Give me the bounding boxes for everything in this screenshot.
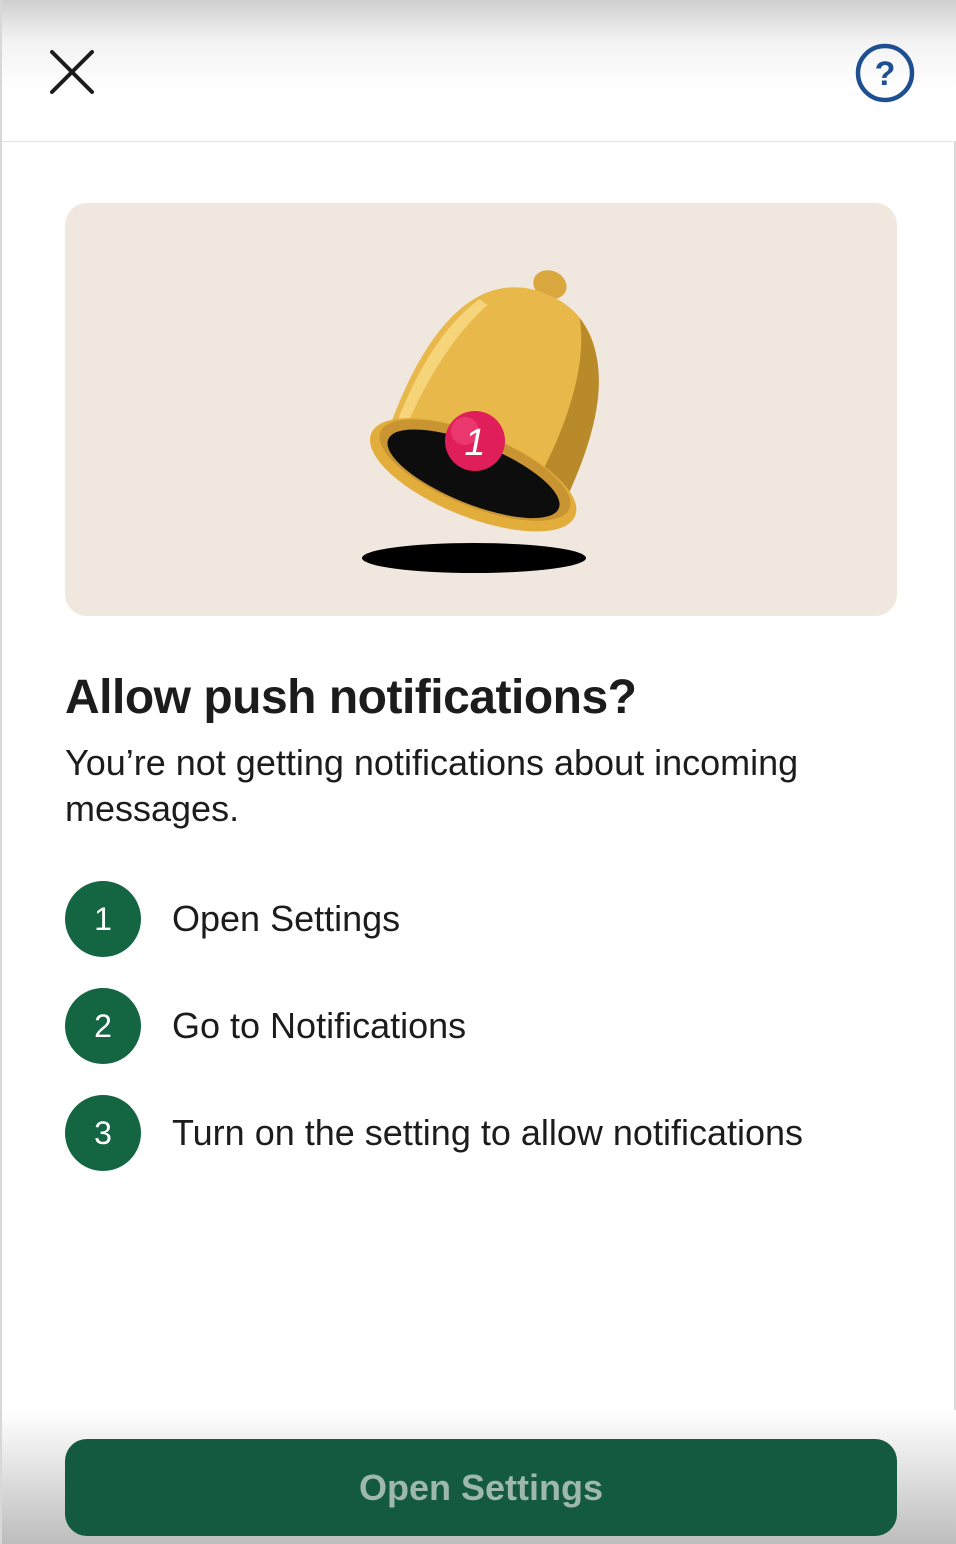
header-bar <box>2 0 956 142</box>
step-number-badge: 1 <box>65 881 141 957</box>
step-item-3: 3 Turn on the setting to allow notificat… <box>65 1095 925 1171</box>
step-text: Go to Notifications <box>172 1005 467 1046</box>
svg-text:?: ? <box>875 55 896 93</box>
svg-text:1: 1 <box>464 422 485 464</box>
step-number-badge: 3 <box>65 1095 141 1171</box>
help-icon: ? <box>855 43 915 103</box>
step-text: Open Settings <box>172 898 401 939</box>
bell-icon: 1 <box>362 270 599 573</box>
hero-illustration: 1 <box>65 203 897 616</box>
open-settings-button[interactable]: Open Settings <box>65 1439 897 1536</box>
step-number-badge: 2 <box>65 988 141 1064</box>
subtitle: You’re not getting notifications about i… <box>65 742 799 829</box>
badge: 1 <box>445 411 505 471</box>
close-icon <box>50 50 94 94</box>
step-text: Turn on the setting to allow notificatio… <box>172 1112 804 1153</box>
notification-permission-sheet: ? 1 Allow push notifications? You’re not… <box>0 0 956 1544</box>
close-button[interactable] <box>38 38 106 106</box>
page-title: Allow push notifications? <box>65 671 637 724</box>
step-item-1: 1 Open Settings <box>65 881 925 957</box>
help-button[interactable]: ? <box>852 40 918 106</box>
step-item-2: 2 Go to Notifications <box>65 988 925 1064</box>
